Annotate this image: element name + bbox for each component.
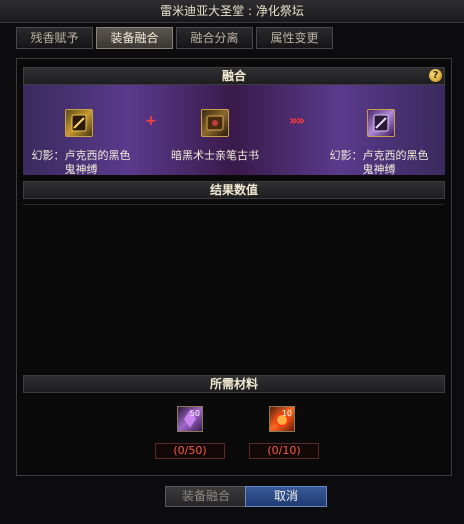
arrow-icon: »» bbox=[289, 113, 305, 129]
material-slot-orb[interactable]: 10 bbox=[269, 406, 295, 432]
fusion-area: 幻影：卢克西的黑色鬼神缚 + 暗黑术士亲笔古书 »» 幻影：卢克西的黑色鬼神缚 bbox=[23, 85, 445, 176]
cancel-button[interactable]: 取消 bbox=[245, 486, 327, 507]
material-requirement: (0/50) bbox=[155, 443, 225, 459]
result-item-name: 幻影：卢克西的黑色鬼神缚 bbox=[329, 149, 429, 176]
tab-attribute-change[interactable]: 属性变更 bbox=[256, 27, 333, 49]
result-item-slot[interactable] bbox=[367, 109, 395, 137]
fusion-header: 融合 ? bbox=[23, 67, 445, 85]
fusion-header-label: 融合 bbox=[221, 69, 246, 83]
materials-header: 所需材料 bbox=[23, 375, 445, 393]
material-item-name: 暗黑术士亲笔古书 bbox=[171, 149, 259, 162]
gauntlet-icon bbox=[71, 114, 87, 132]
tab-equipment-fusion[interactable]: 装备融合 bbox=[96, 27, 173, 49]
plus-icon: + bbox=[145, 113, 157, 129]
fuse-button[interactable]: 装备融合 bbox=[165, 486, 247, 507]
help-icon[interactable]: ? bbox=[429, 69, 442, 82]
material-stack-count: 50 bbox=[189, 409, 200, 418]
ancient-book-icon bbox=[206, 115, 224, 131]
tab-bar: 残香赋予 装备融合 融合分离 属性变更 bbox=[16, 27, 333, 49]
phantom-gauntlet-icon bbox=[373, 114, 389, 132]
window-title: 雷米迪亚大圣堂 : 净化祭坛 bbox=[0, 0, 464, 23]
tab-fragrance[interactable]: 残香赋予 bbox=[16, 27, 93, 49]
source-item-name: 幻影：卢克西的黑色鬼神缚 bbox=[31, 149, 131, 176]
fusion-panel: 融合 ? 幻影：卢克西的黑色鬼神缚 + 暗黑术士亲笔古书 »» 幻影：卢克西的黑… bbox=[16, 58, 452, 476]
material-slot-crystal[interactable]: 50 bbox=[177, 406, 203, 432]
results-divider bbox=[23, 204, 443, 205]
source-item-slot[interactable] bbox=[65, 109, 93, 137]
tab-fusion-separation[interactable]: 融合分离 bbox=[176, 27, 253, 49]
material-stack-count: 10 bbox=[281, 409, 292, 418]
material-item-slot[interactable] bbox=[201, 109, 229, 137]
material-requirement: (0/10) bbox=[249, 443, 319, 459]
results-header: 结果数值 bbox=[23, 181, 445, 199]
